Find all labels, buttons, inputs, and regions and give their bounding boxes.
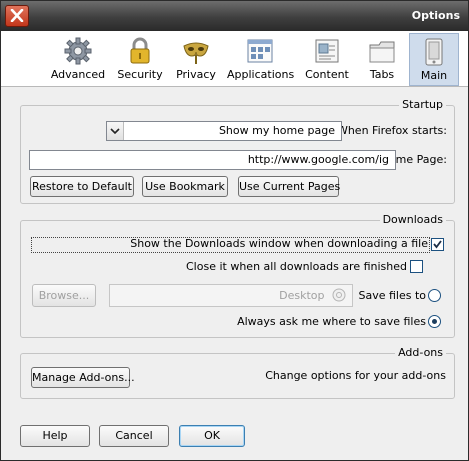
title-bar: Options	[1, 1, 468, 31]
chevron-down-icon	[110, 128, 120, 135]
pane-content[interactable]: Content	[301, 33, 353, 84]
pane-main[interactable]: Main	[409, 33, 459, 86]
home-page-input[interactable]: http://www.google.com/ig	[29, 150, 396, 170]
select-arrow	[107, 122, 124, 140]
pane-security[interactable]: Security	[115, 33, 165, 84]
show-downloads-window-label: Show the Downloads window when downloadi…	[130, 237, 428, 250]
save-files-to-radio[interactable]	[428, 289, 441, 302]
checkmark-icon	[433, 240, 442, 249]
desktop-icon	[332, 288, 346, 302]
download-folder-value: Desktop	[279, 289, 325, 302]
main-pane-icon	[425, 38, 443, 66]
gear-icon	[64, 37, 92, 65]
pane-label: Advanced	[50, 68, 106, 81]
pane-label: Content	[305, 68, 349, 81]
applications-icon	[247, 39, 273, 63]
pane-label: Tabs	[369, 68, 395, 81]
addons-legend: Add-ons	[395, 346, 446, 359]
startup-group: Startup When Firefox starts: Show my hom…	[20, 98, 455, 204]
pane-advanced[interactable]: Advanced	[47, 33, 109, 84]
browse-button[interactable]: Browse...	[32, 284, 96, 307]
content-icon	[315, 39, 339, 63]
pane-label: Applications	[227, 68, 295, 81]
download-folder-field: Desktop	[109, 284, 353, 307]
options-window: Options Main Tabs Content Applications P…	[0, 0, 469, 461]
close-when-finished-label: Close it when all downloads are finished	[186, 260, 407, 273]
always-ask-label: Always ask me where to save files	[237, 315, 426, 328]
window-title: Options	[411, 9, 460, 22]
tabs-folder-icon	[369, 41, 395, 63]
close-when-finished-checkbox[interactable]	[410, 260, 423, 273]
pane-applications[interactable]: Applications	[227, 33, 295, 84]
startup-select-value: Show my home page	[218, 124, 335, 137]
pane-tabs[interactable]: Tabs	[361, 33, 403, 84]
help-button[interactable]: Help	[20, 425, 90, 447]
downloads-legend: Downloads	[379, 213, 446, 226]
save-files-to-label: Save files to	[358, 289, 426, 302]
restore-to-default-button[interactable]: Restore to Default	[30, 176, 134, 197]
startup-legend: Startup	[399, 98, 446, 111]
manage-addons-button[interactable]: Manage Add-ons...	[31, 367, 135, 388]
show-downloads-window-checkbox[interactable]	[431, 238, 444, 251]
addons-description: Change options for your add-ons	[265, 369, 446, 382]
cancel-button[interactable]: Cancel	[99, 425, 169, 447]
when-starts-label: When Firefox starts:	[336, 124, 447, 137]
lock-icon	[130, 37, 150, 64]
privacy-mask-icon	[183, 42, 209, 64]
addons-group: Add-ons Change options for your add-ons …	[20, 346, 455, 399]
close-icon	[10, 9, 24, 22]
ok-button[interactable]: OK	[179, 425, 245, 447]
radio-selected-dot	[432, 319, 437, 324]
use-current-pages-button[interactable]: Use Current Pages	[238, 176, 340, 197]
downloads-group: Downloads Show the Downloads window when…	[20, 213, 455, 338]
use-bookmark-button[interactable]: Use Bookmark	[142, 176, 228, 197]
pane-label: Privacy	[176, 68, 216, 81]
pane-privacy[interactable]: Privacy	[173, 33, 219, 84]
pane-label: Security	[117, 68, 163, 81]
home-page-value: http://www.google.com/ig	[247, 153, 389, 166]
always-ask-radio[interactable]	[428, 315, 441, 328]
close-window-button[interactable]	[5, 5, 29, 27]
startup-select[interactable]: Show my home page	[106, 121, 342, 141]
pane-label: Main	[420, 69, 448, 82]
pane-toolbar: Main Tabs Content Applications Privacy S…	[1, 31, 468, 87]
